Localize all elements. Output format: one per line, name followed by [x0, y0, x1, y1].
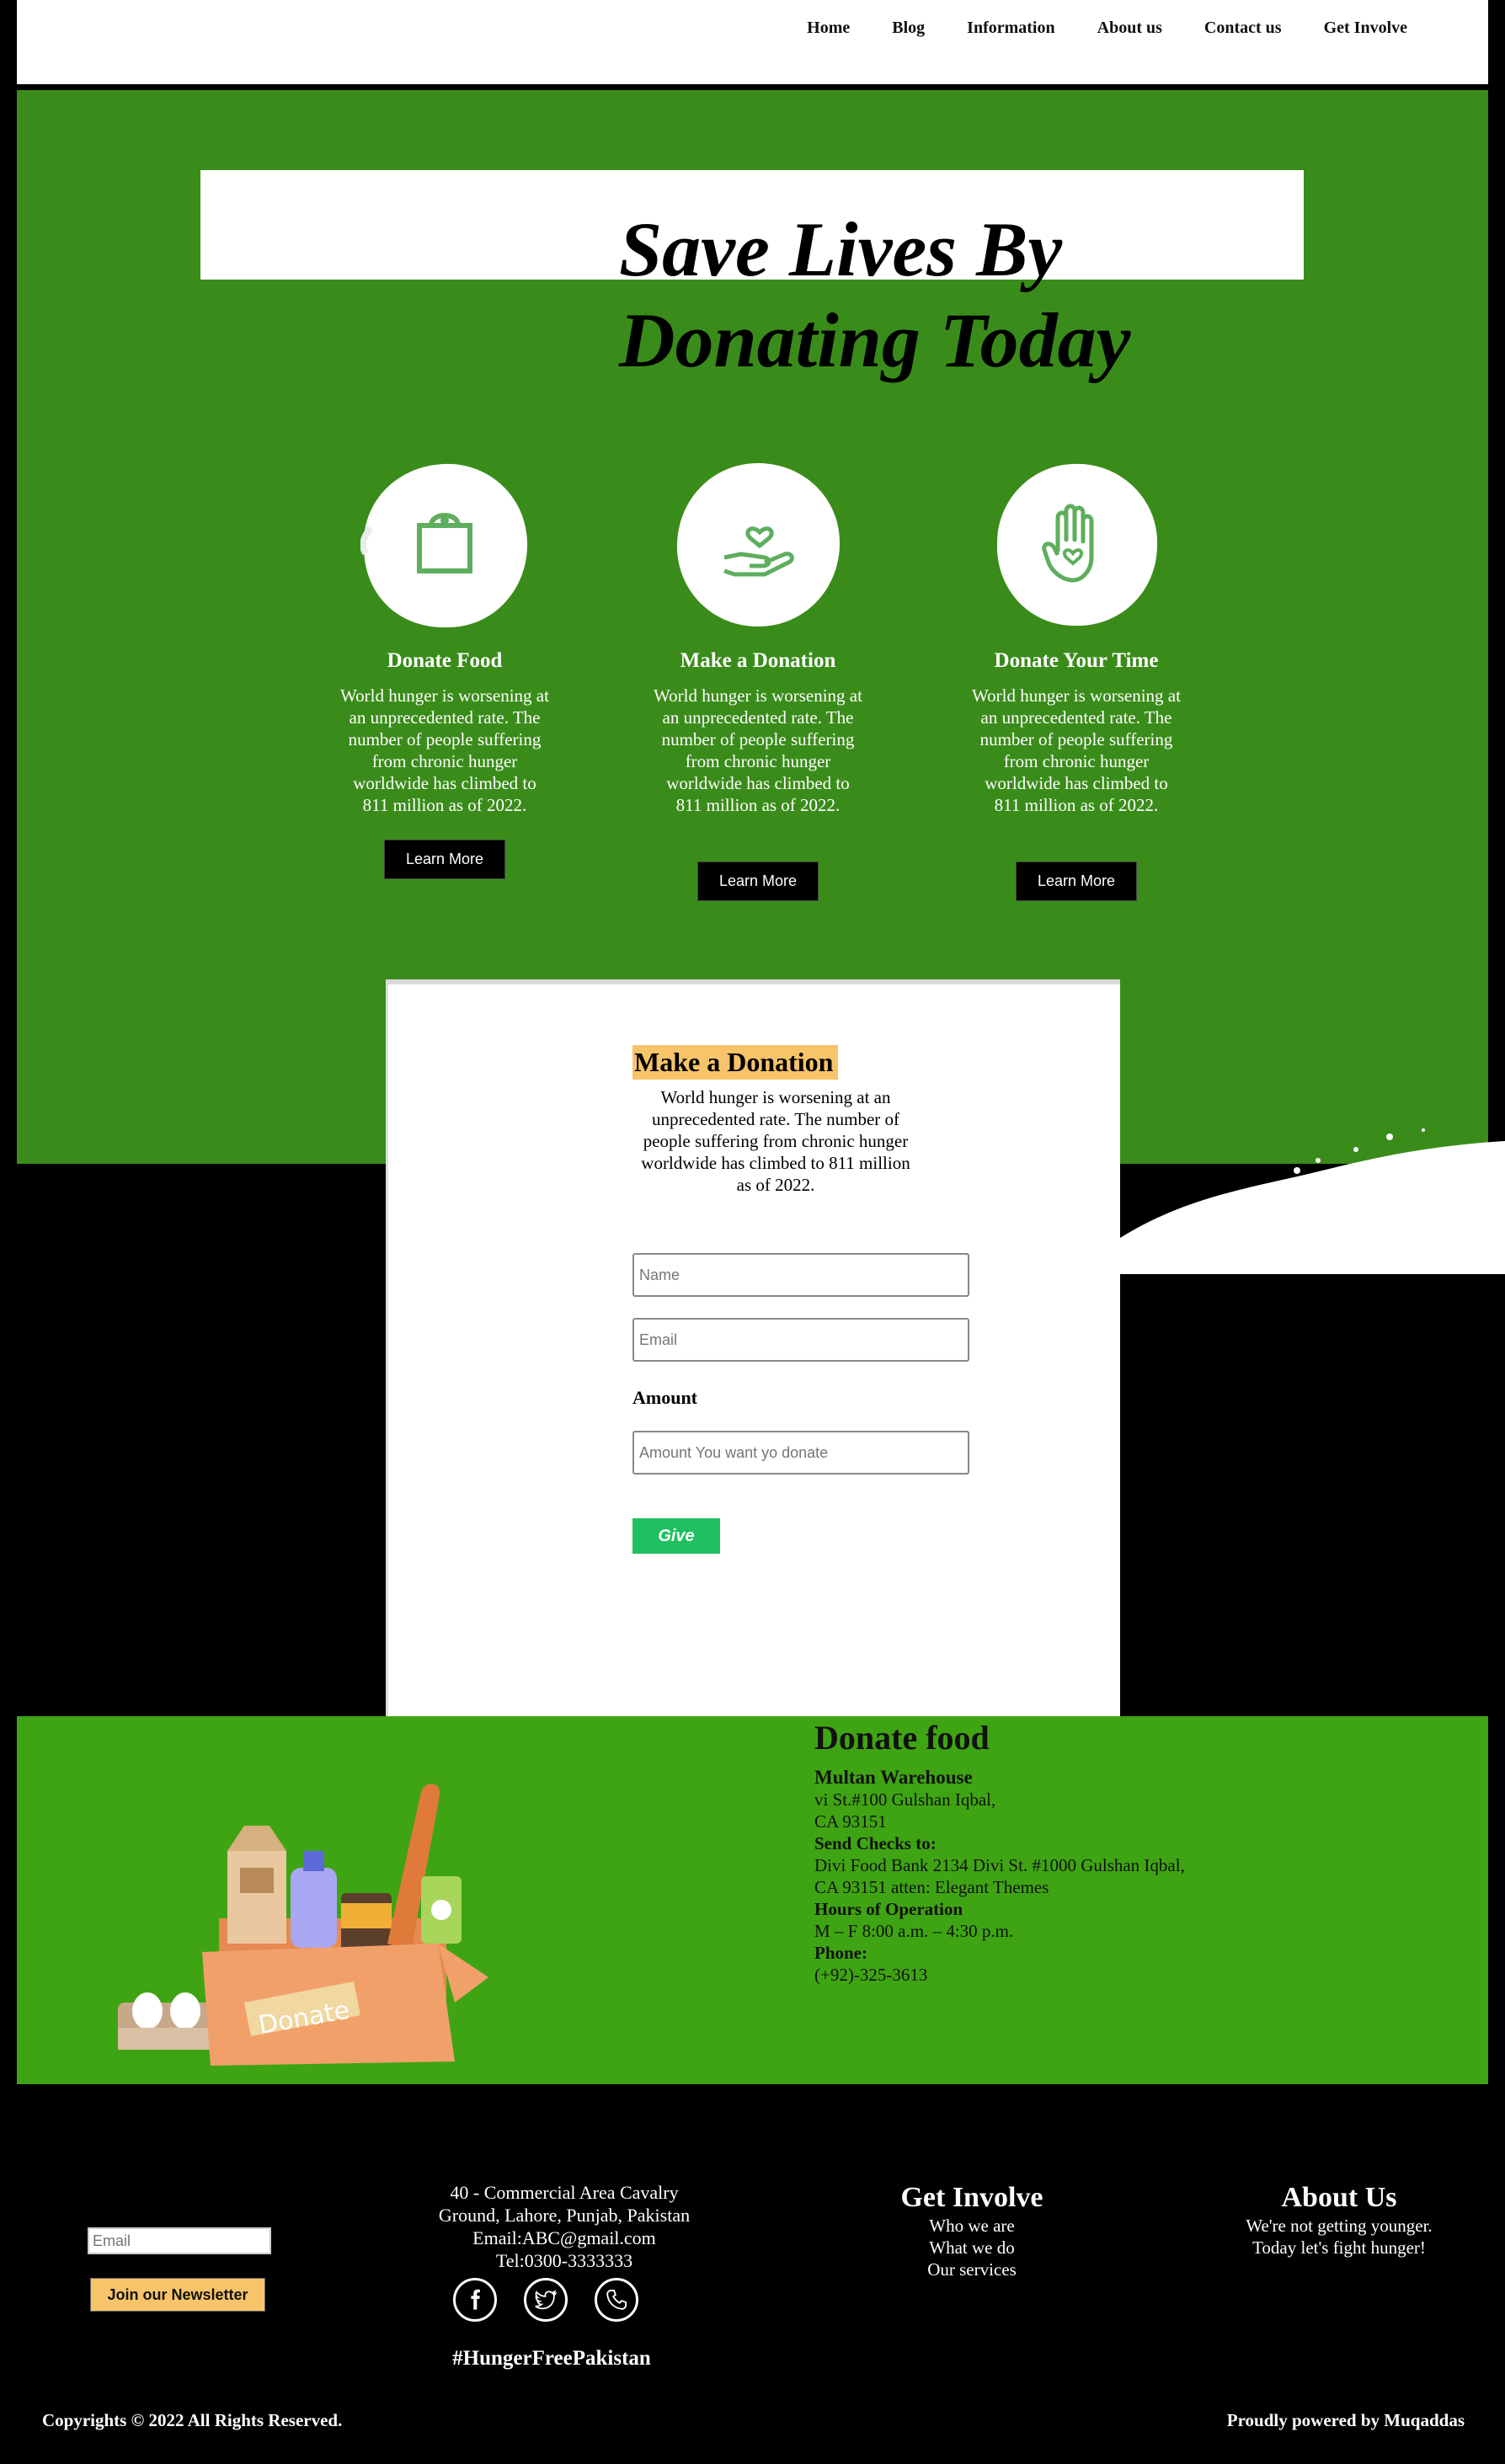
warehouse-address-line-2: CA 93151	[814, 1811, 887, 1832]
hero-title-line-1: Save Lives By	[619, 206, 1063, 292]
nav-get-involve[interactable]: Get Involve	[1324, 19, 1407, 38]
site-footer: Join our Newsletter 40 - Commercial Area…	[0, 2084, 1505, 2464]
main-nav: Home Blog Information About us Contact u…	[765, 19, 1407, 38]
about-us-column: About Us We're not getting younger. Toda…	[1213, 2181, 1465, 2259]
checks-address-line-2: CA 93151 atten: Elegant Themes	[814, 1877, 1049, 1897]
donate-food-info: Donate food Multan Warehouse vi St.#100 …	[814, 1716, 1185, 1986]
donation-box-illustration: Donate	[118, 1784, 488, 2066]
amount-label: Amount	[632, 1387, 698, 1408]
twitter-icon[interactable]	[524, 2278, 568, 2322]
card-title: Donate Food	[387, 649, 503, 672]
card-make-donation: Make a Donation World hunger is worsenin…	[653, 461, 863, 901]
form-description: World hunger is worsening at an unpreced…	[641, 1087, 910, 1195]
card-title: Make a Donation	[680, 649, 836, 672]
card-text: World hunger is worsening at an unpreced…	[340, 685, 549, 815]
about-line-1: We're not getting younger.	[1246, 2216, 1433, 2236]
checks-address-line-1: Divi Food Bank 2134 Divi St. #1000 Gulsh…	[814, 1855, 1185, 1875]
hours-value: M – F 8:00 a.m. – 4:30 p.m.	[814, 1921, 1014, 1941]
give-button[interactable]: Give	[632, 1518, 720, 1554]
phone-label: Phone:	[814, 1943, 867, 1963]
address-line-2: Ground, Lahore, Punjab, Pakistan	[438, 2205, 691, 2226]
hand-heart-icon	[723, 526, 794, 577]
hashtag: #HungerFreePakistan	[452, 2347, 651, 2370]
learn-more-button[interactable]: Learn More	[696, 861, 819, 901]
amount-input[interactable]	[632, 1431, 969, 1475]
get-involve-title: Get Involve	[900, 2182, 1043, 2213]
brush-circle	[674, 461, 842, 629]
form-title: Make a Donation	[632, 1045, 839, 1080]
warehouse-address-line-1: vi St.#100 Gulshan Iqbal,	[814, 1789, 996, 1810]
donate-food-heading: Donate food	[814, 1719, 990, 1757]
hero-title: Save Lives By Donating Today	[619, 204, 1377, 386]
join-newsletter-button[interactable]: Join our Newsletter	[90, 2278, 265, 2312]
donate-food-section: Donate Donate food Multan Warehouse vi S…	[17, 1716, 1488, 2084]
copyright: Copyrights © 2022 All Rights Reserved.	[42, 2410, 343, 2430]
brush-stroke-decoration	[1120, 1128, 1505, 1274]
nav-about-us[interactable]: About us	[1097, 19, 1162, 38]
warehouse-name: Multan Warehouse	[814, 1767, 973, 1788]
nav-blog[interactable]: Blog	[892, 19, 925, 38]
nav-contact-us[interactable]: Contact us	[1204, 19, 1282, 38]
contact-address: 40 - Commercial Area Cavalry Ground, Lah…	[396, 2181, 733, 2272]
raised-hand-heart-icon	[1042, 504, 1094, 583]
brush-circle	[360, 461, 529, 629]
nav-home[interactable]: Home	[807, 19, 850, 38]
email-input[interactable]	[632, 1318, 969, 1362]
phone-value: (+92)-325-3613	[814, 1965, 928, 1985]
get-involve-column: Get Involve Who we are What we do Our se…	[854, 2181, 1090, 2280]
contact-phone: Tel:0300-3333333	[495, 2250, 633, 2271]
link-what-we-do[interactable]: What we do	[854, 2237, 1090, 2259]
card-text: World hunger is worsening at an unpreced…	[972, 685, 1181, 815]
card-text: World hunger is worsening at an unpreced…	[654, 685, 862, 815]
social-links	[453, 2278, 638, 2322]
contact-email: Email:ABC@gmail.com	[472, 2227, 656, 2248]
learn-more-button[interactable]: Learn More	[383, 840, 506, 879]
about-line-2: Today let's fight hunger!	[1252, 2237, 1426, 2258]
checks-label: Send Checks to:	[814, 1833, 937, 1853]
powered-by: Proudly powered by Muqaddas	[1226, 2410, 1465, 2430]
name-input[interactable]	[632, 1253, 969, 1297]
hero-title-line-2: Donating Today	[619, 297, 1131, 383]
donation-form: Make a Donation World hunger is worsenin…	[632, 1045, 978, 1554]
card-title: Donate Your Time	[994, 649, 1159, 672]
address-line-1: 40 - Commercial Area Cavalry	[450, 2182, 679, 2203]
about-us-title: About Us	[1281, 2182, 1397, 2213]
card-donate-food: Donate Food World hunger is worsening at…	[339, 461, 550, 879]
donation-form-panel: Make a Donation World hunger is worsenin…	[386, 979, 1120, 1716]
link-our-services[interactable]: Our services	[854, 2259, 1090, 2280]
phone-icon[interactable]	[595, 2278, 638, 2322]
brush-circle	[992, 461, 1161, 629]
card-donate-time: Donate Your Time World hunger is worseni…	[971, 461, 1182, 901]
shopping-bag-icon	[417, 513, 472, 573]
hours-label: Hours of Operation	[814, 1899, 963, 1919]
newsletter-email-input[interactable]	[88, 2227, 271, 2254]
facebook-icon[interactable]	[453, 2278, 497, 2322]
link-who-we-are[interactable]: Who we are	[854, 2215, 1090, 2237]
nav-information[interactable]: Information	[967, 19, 1054, 38]
learn-more-button[interactable]: Learn More	[1015, 861, 1138, 901]
site-header: Home Blog Information About us Contact u…	[17, 0, 1488, 84]
